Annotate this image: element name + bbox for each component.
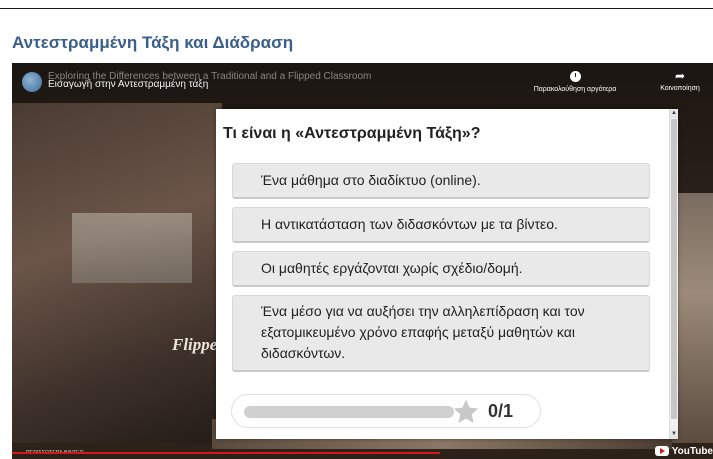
share-button[interactable]: ➦ Κοινοποίηση [650, 69, 710, 92]
answer-option-2[interactable]: Η αντικατάσταση των διδασκόντων με τα βί… [232, 207, 650, 243]
quiz-overlay: ▲ ▼ Τι είναι η «Αντεστραμμένη Τάξη»? Ένα… [216, 109, 678, 439]
answer-option-1[interactable]: Ένα μάθημα στο διαδίκτυο (online). [232, 163, 650, 199]
answer-option-3[interactable]: Οι μαθητές εργάζονται χωρίς σχέδιο/δομή. [232, 251, 650, 287]
score-track [244, 406, 454, 418]
watch-later-button[interactable]: Παρακολούθηση αργότερα [530, 69, 620, 93]
youtube-logo[interactable]: YouTube [655, 443, 713, 459]
scroll-up-arrow-icon[interactable]: ▲ [670, 109, 678, 118]
score-text: 0/1 [488, 401, 514, 421]
scroll-thumb[interactable] [671, 119, 677, 419]
video-frame-text: Flippe [172, 335, 218, 354]
share-arrow-icon: ➦ [674, 69, 686, 83]
clock-icon [569, 71, 581, 82]
youtube-logo-text: YouTube [671, 445, 713, 457]
share-label: Κοινοποίηση [660, 85, 700, 92]
star-icon [453, 399, 479, 423]
video-title[interactable]: Εισαγωγή στην Αντεστραμμένη τάξη [48, 79, 208, 90]
video-progress-bar[interactable] [12, 452, 440, 454]
youtube-play-icon [655, 446, 669, 456]
channel-avatar[interactable] [22, 72, 42, 92]
page-title: Αντεστραμμένη Τάξη και Διάδραση [12, 33, 294, 52]
watch-later-label: Παρακολούθηση αργότερα [533, 86, 617, 93]
top-divider [0, 8, 713, 9]
score-bar: 0/1 [231, 394, 541, 428]
quiz-question: Τι είναι η «Αντεστραμμένη Τάξη»? [223, 125, 481, 142]
answer-list: Ένα μάθημα στο διαδίκτυο (online). Η αντ… [232, 163, 650, 380]
answer-option-4[interactable]: Ένα μέσο για να αυξήσει την αλληλεπίδρασ… [232, 295, 650, 372]
video-frame-board [72, 213, 192, 283]
quiz-scrollbar[interactable]: ▲ ▼ [669, 109, 678, 439]
scroll-down-arrow-icon[interactable]: ▼ [670, 430, 678, 439]
